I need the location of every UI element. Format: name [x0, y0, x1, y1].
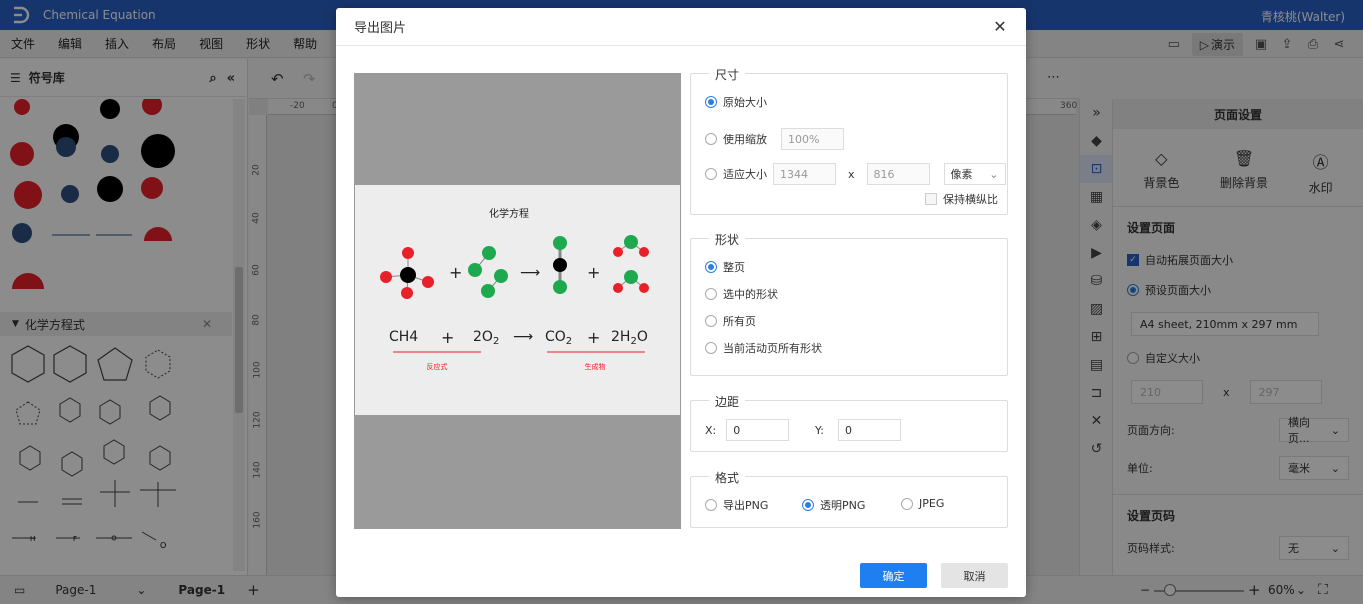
original-size-radio[interactable] — [705, 96, 717, 108]
png-radio[interactable] — [705, 499, 717, 511]
preview-heading: 化学方程 — [489, 207, 529, 220]
option-label: 适应大小 — [723, 168, 767, 181]
arrow: ⟶ — [520, 265, 540, 281]
ok-button[interactable]: 确定 — [860, 563, 927, 588]
plus-sign: + — [587, 328, 600, 347]
arrow: ⟶ — [513, 329, 533, 345]
export-image-dialog: 导出图片 ✕ 化学方程 + ⟶ + CH4 + 2O2 ⟶ CO2 + 2H2O… — [336, 8, 1026, 597]
margin-x-input[interactable]: 0 — [726, 419, 790, 441]
keep-ratio-option[interactable]: 保持横纵比 — [925, 191, 998, 207]
margin-legend: 边距 — [709, 393, 746, 410]
plus-sign: + — [441, 328, 454, 347]
keep-ratio-checkbox[interactable] — [925, 193, 937, 205]
fit-width-input[interactable]: 1344 — [773, 163, 836, 185]
formula-ch4: CH4 — [389, 329, 418, 345]
preview-page: 化学方程 + ⟶ + CH4 + 2O2 ⟶ CO2 + 2H2O 反应式 生成… — [355, 185, 680, 415]
select-value: 像素 — [950, 168, 973, 181]
current-active-option[interactable]: 当前活动页所有形状 — [705, 340, 822, 356]
option-label: 透明PNG — [820, 499, 866, 512]
plus-sign: + — [449, 263, 462, 282]
margin-y-row: Y: 0 — [815, 419, 901, 441]
format-group: 格式 导出PNG 透明PNG JPEG — [690, 469, 1008, 528]
transparent-png-radio[interactable] — [802, 499, 814, 511]
transparent-png-option[interactable]: 透明PNG — [802, 497, 865, 513]
margin-x-label: X: — [705, 423, 717, 437]
all-pages-option[interactable]: 所有页 — [705, 313, 756, 329]
dialog-title: 导出图片 — [354, 21, 407, 36]
jpeg-option[interactable]: JPEG — [901, 497, 944, 510]
chevron-down-icon: ⌄ — [989, 167, 999, 181]
label-reactants: 反应式 — [427, 362, 448, 371]
option-label: 使用缩放 — [723, 133, 767, 146]
original-size-option[interactable]: 原始大小 — [705, 94, 767, 110]
all-pages-radio[interactable] — [705, 315, 717, 327]
size-legend: 尺寸 — [709, 66, 746, 83]
formula-co2: CO2 — [545, 329, 572, 347]
option-label: 当前活动页所有形状 — [723, 342, 822, 355]
unit-select[interactable]: 像素 ⌄ — [943, 163, 1006, 185]
option-label: 保持横纵比 — [943, 193, 998, 206]
formula-o2-sub: 2 — [493, 336, 499, 347]
scale-input[interactable]: 100% — [781, 128, 844, 150]
option-label: 整页 — [723, 261, 745, 274]
formula-h2o-main: 2H — [611, 329, 630, 345]
formula-o2: 2O2 — [473, 329, 499, 347]
size-group: 尺寸 原始大小 使用缩放 100% 适应大小 1344 x 816 像素 ⌄ 保… — [690, 66, 1008, 215]
png-option[interactable]: 导出PNG — [705, 497, 768, 513]
shape-legend: 形状 — [709, 231, 746, 248]
formula-h2o-tail: O — [637, 329, 648, 345]
option-label: 原始大小 — [723, 96, 767, 109]
margin-y-input[interactable]: 0 — [837, 419, 901, 441]
plus-sign: + — [587, 263, 600, 282]
option-label: 选中的形状 — [723, 288, 778, 301]
option-label: 导出PNG — [723, 499, 769, 512]
scale-radio[interactable] — [705, 133, 717, 145]
shape-group: 形状 整页 选中的形状 所有页 当前活动页所有形状 — [690, 231, 1008, 376]
margin-x-row: X: 0 — [705, 419, 790, 441]
margin-y-label: Y: — [815, 423, 824, 437]
times-label: x — [848, 167, 855, 181]
export-preview: 化学方程 + ⟶ + CH4 + 2O2 ⟶ CO2 + 2H2O 反应式 生成… — [354, 73, 681, 529]
chemical-equation-diagram: 化学方程 + ⟶ + CH4 + 2O2 ⟶ CO2 + 2H2O 反应式 生成… — [380, 207, 649, 371]
formula-o2-main: 2O — [473, 329, 493, 345]
fit-size-radio[interactable] — [705, 168, 717, 180]
whole-page-radio[interactable] — [705, 261, 717, 273]
format-legend: 格式 — [709, 469, 746, 486]
fit-height-input[interactable]: 816 — [866, 163, 930, 185]
scale-option[interactable]: 使用缩放 100% — [705, 128, 844, 150]
close-icon[interactable]: ✕ — [992, 17, 1008, 36]
current-active-radio[interactable] — [705, 342, 717, 354]
selected-shapes-option[interactable]: 选中的形状 — [705, 286, 778, 302]
label-products: 生成物 — [585, 362, 606, 371]
selected-shapes-radio[interactable] — [705, 288, 717, 300]
option-label: 所有页 — [723, 315, 756, 328]
option-label: JPEG — [919, 497, 945, 510]
whole-page-option[interactable]: 整页 — [705, 259, 745, 275]
formula-co2-main: CO — [545, 329, 566, 345]
jpeg-radio[interactable] — [901, 497, 913, 510]
margin-group: 边距 X: 0 Y: 0 — [690, 393, 1008, 452]
cancel-button[interactable]: 取消 — [941, 563, 1008, 588]
formula-co2-sub: 2 — [566, 336, 572, 347]
formula-h2o: 2H2O — [611, 329, 648, 347]
dialog-header: 导出图片 — [336, 8, 1026, 46]
fit-size-option[interactable]: 适应大小 1344 x 816 像素 ⌄ — [705, 163, 1006, 185]
